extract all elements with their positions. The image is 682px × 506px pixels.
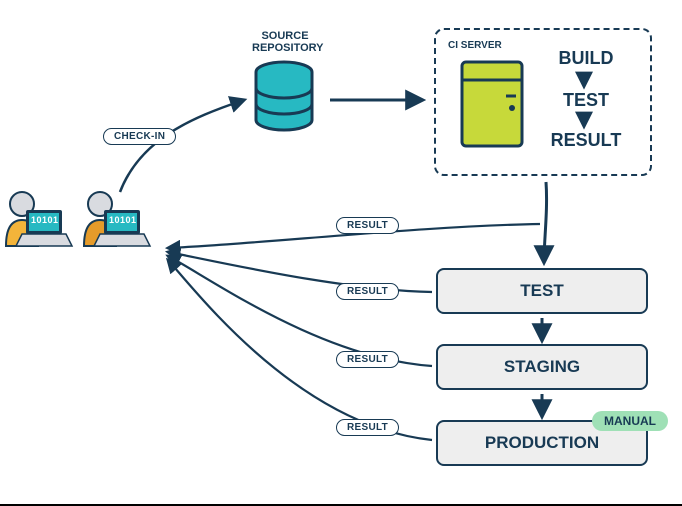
result-badge-2: RESULT: [336, 283, 399, 300]
arrow-result-staging: [168, 256, 432, 366]
dev2-screen-text: 10101: [109, 215, 137, 225]
ci-server-label: CI SERVER: [448, 40, 502, 51]
arrow-ci-to-test: [544, 182, 547, 262]
ci-step-build: BUILD: [556, 48, 616, 69]
ci-step-result: RESULT: [548, 130, 624, 151]
result-badge-3: RESULT: [336, 351, 399, 368]
manual-badge: MANUAL: [592, 411, 668, 431]
checkin-badge: CHECK-IN: [103, 128, 176, 145]
stage-staging-box: STAGING: [436, 344, 648, 390]
result-badge-1: RESULT: [336, 217, 399, 234]
stage-production-label: PRODUCTION: [485, 433, 599, 453]
ci-step-test: TEST: [556, 90, 616, 111]
source-repository-label: SOURCE REPOSITORY: [252, 30, 318, 54]
stage-test-box: TEST: [436, 268, 648, 314]
arrow-checkin: [120, 100, 244, 192]
stage-staging-label: STAGING: [504, 357, 580, 377]
dev1-screen-text: 10101: [31, 215, 59, 225]
result-badge-4: RESULT: [336, 419, 399, 436]
stage-test-label: TEST: [520, 281, 563, 301]
source-repository-icon: [256, 62, 312, 130]
